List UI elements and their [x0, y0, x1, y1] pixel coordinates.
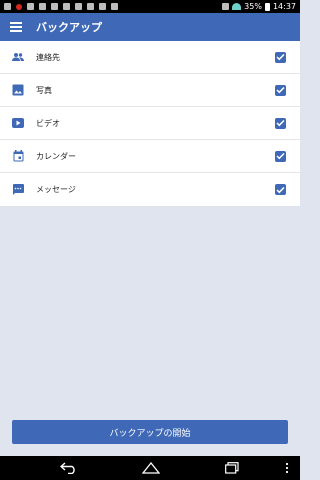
backup-item-list: 連絡先 写真 ビデオ カレンダー メッセージ — [0, 41, 300, 206]
video-icon — [11, 116, 25, 130]
recent-apps-icon[interactable] — [225, 461, 239, 475]
backup-item-label: 写真 — [36, 85, 52, 95]
battery-icon — [264, 2, 270, 11]
contacts-icon — [11, 50, 25, 64]
start-backup-button[interactable]: バックアップの開始 — [12, 420, 288, 444]
page-title: バックアップ — [36, 21, 102, 34]
app-bar: バックアップ — [0, 13, 300, 41]
checkbox-calendar[interactable] — [275, 150, 286, 162]
clock: 14:37 — [272, 2, 296, 11]
notification-icon — [111, 3, 118, 10]
backup-item-messages[interactable]: メッセージ — [0, 173, 300, 206]
notification-icon — [4, 3, 11, 10]
record-icon — [16, 3, 22, 10]
home-icon[interactable] — [142, 461, 160, 475]
backup-item-photos[interactable]: 写真 — [0, 74, 300, 107]
system-nav-bar — [0, 456, 300, 480]
checkbox-contacts[interactable] — [275, 51, 286, 63]
checkbox-photos[interactable] — [275, 84, 286, 96]
backup-item-videos[interactable]: ビデオ — [0, 107, 300, 140]
checkbox-videos[interactable] — [275, 117, 286, 129]
backup-item-label: カレンダー — [36, 151, 76, 161]
notification-icon — [63, 3, 70, 10]
notification-icon — [87, 3, 94, 10]
backup-item-calendar[interactable]: カレンダー — [0, 140, 300, 173]
vibrate-icon — [222, 3, 230, 10]
backup-item-label: ビデオ — [36, 118, 60, 128]
backup-item-label: 連絡先 — [36, 52, 60, 62]
back-icon[interactable] — [60, 461, 78, 475]
battery-percent: 35% — [244, 2, 262, 11]
wifi-icon — [232, 3, 242, 10]
notification-icon — [39, 3, 46, 10]
notification-icon — [99, 3, 106, 10]
notification-icon — [27, 3, 34, 10]
status-bar: 35% 14:37 — [0, 0, 300, 13]
checkbox-messages[interactable] — [275, 184, 286, 195]
overflow-icon[interactable] — [284, 461, 290, 475]
notification-icons — [4, 3, 118, 10]
hamburger-menu-icon[interactable] — [10, 22, 22, 32]
calendar-icon — [11, 149, 25, 163]
notification-icon — [51, 3, 58, 10]
backup-item-label: メッセージ — [36, 185, 76, 194]
photo-icon — [11, 83, 25, 97]
notification-icon — [75, 3, 82, 10]
backup-item-contacts[interactable]: 連絡先 — [0, 41, 300, 74]
message-icon — [11, 183, 25, 197]
